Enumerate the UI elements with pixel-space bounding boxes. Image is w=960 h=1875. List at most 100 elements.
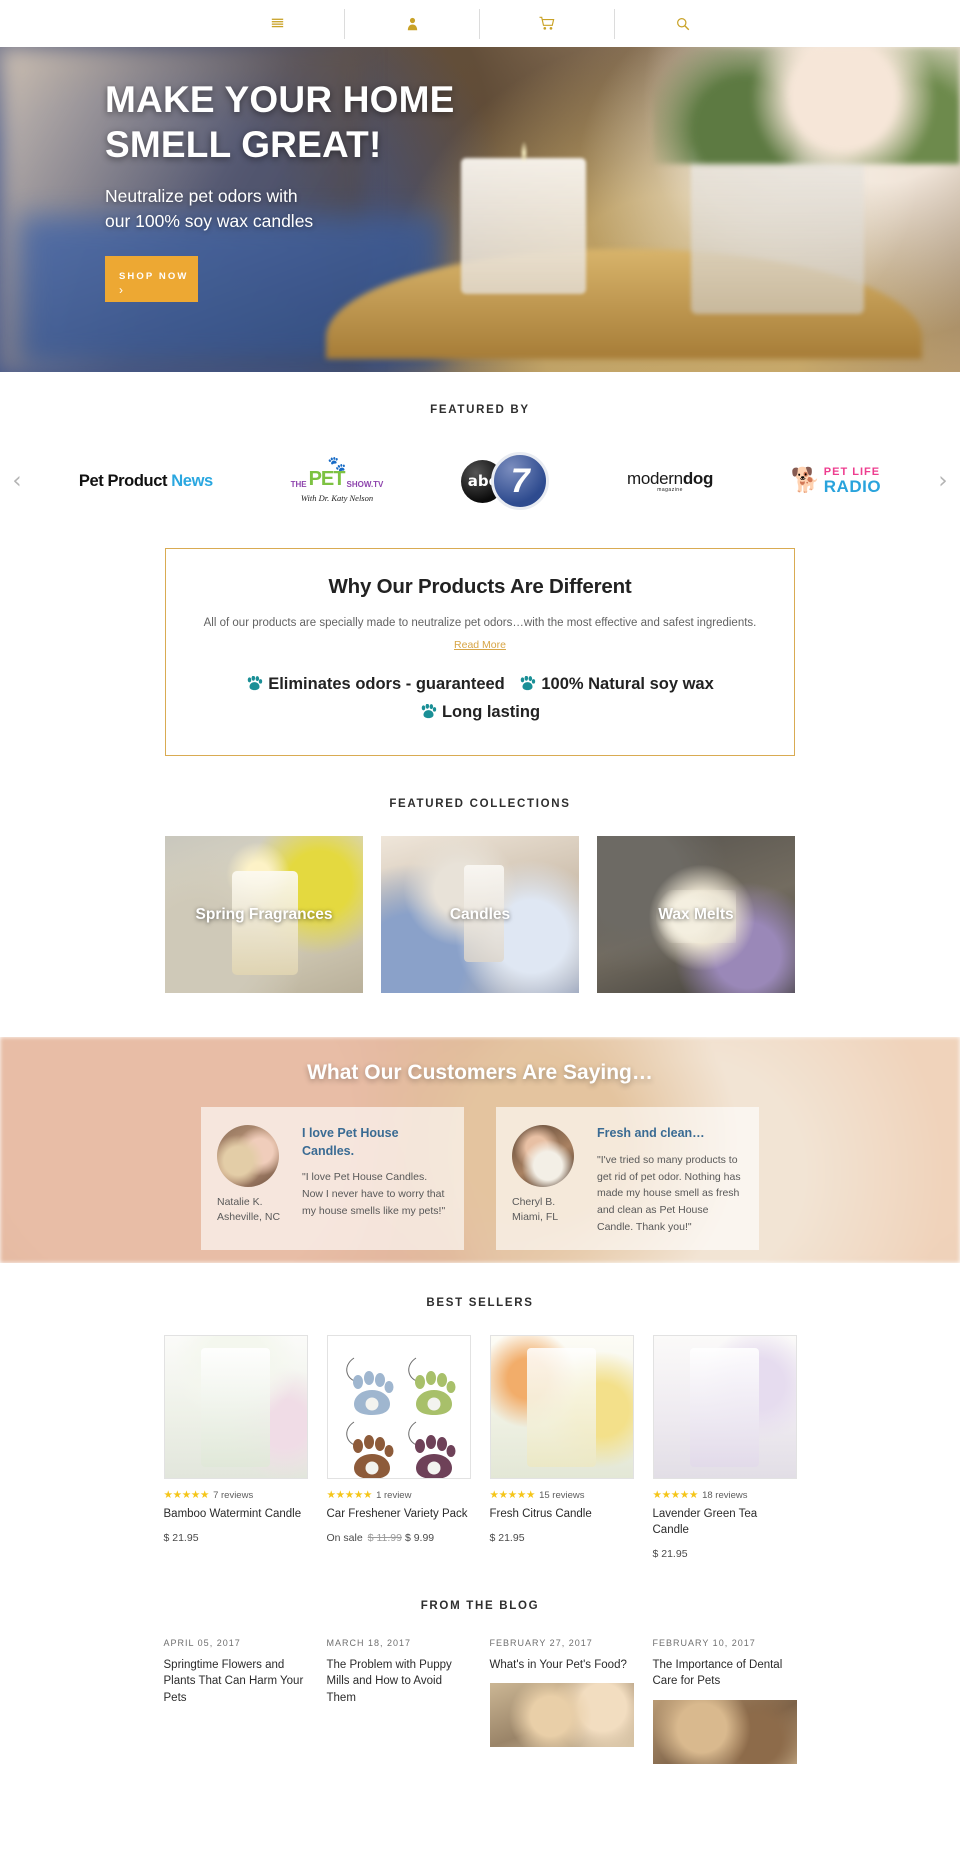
petlife-line2: RADIO — [823, 477, 882, 496]
review-count: 7 reviews — [213, 1489, 254, 1501]
featured-collections-heading: FEATURED COLLECTIONS — [389, 798, 571, 811]
product-price: $ 21.95 — [490, 1532, 634, 1544]
top-navigation-bar — [0, 0, 960, 47]
product-card[interactable]: ★★★★★ 1 review Car Freshener Variety Pac… — [326, 1335, 471, 1560]
carousel-next-arrow-icon[interactable]: › — [926, 468, 960, 494]
why-different-bullets: Eliminates odors - guaranteed 100% Natur… — [196, 672, 764, 727]
old-price: $ 11.99 — [367, 1532, 402, 1545]
bullet-row-2: Long lasting — [196, 700, 764, 728]
blog-post-date: MARCH 18, 2017 — [326, 1638, 412, 1649]
why-different-text: All of our products are specially made t… — [203, 617, 757, 629]
star-rating-icon: ★★★★★ — [489, 1489, 536, 1502]
product-card[interactable]: ★★★★★ 18 reviews Lavender Green Tea Cand… — [652, 1335, 797, 1560]
author-name: Cheryl B. — [512, 1196, 556, 1209]
petshow-the: THE — [290, 480, 307, 489]
blog-post-image[interactable] — [652, 1699, 797, 1764]
petshow-pet: PET — [308, 468, 346, 490]
product-image[interactable] — [489, 1335, 634, 1480]
hero-subtitle-line-1: Neutralize pet odors with — [105, 186, 298, 207]
product-image[interactable] — [326, 1335, 471, 1480]
dog-silhouette-icon: 🐕 — [790, 467, 821, 494]
product-image[interactable] — [163, 1335, 308, 1480]
avatar — [217, 1125, 279, 1188]
testimonial-author-name: Cheryl B. Miami, FL — [512, 1195, 584, 1225]
read-more-link[interactable]: Read More — [454, 639, 506, 651]
product-price: $ 21.95 — [164, 1532, 308, 1544]
menu-icon — [271, 17, 284, 30]
blog-post-image[interactable] — [489, 1683, 634, 1748]
top-nav-items — [210, 8, 750, 39]
press-logos: Pet Product News 🐾 THE PET SHOW.TV With … — [34, 451, 926, 511]
chevron-right-icon: › — [119, 282, 123, 297]
blog-section: FROM THE BLOG APRIL 05, 2017 Springtime … — [0, 1560, 960, 1764]
blog-post-title[interactable]: Springtime Flowers and Plants That Can H… — [164, 1657, 308, 1706]
price-value: $ 21.95 — [163, 1532, 199, 1545]
product-rating: ★★★★★ 7 reviews — [164, 1489, 308, 1501]
logo-moderndog-magazine[interactable]: moderndog magazine — [627, 451, 713, 511]
paw-print-icon — [246, 674, 263, 700]
blog-post-card[interactable]: APRIL 05, 2017 Springtime Flowers and Pl… — [164, 1638, 308, 1764]
collection-label: Candles — [449, 905, 511, 923]
product-title[interactable]: Car Freshener Variety Pack — [327, 1507, 471, 1523]
search-button[interactable] — [615, 9, 750, 39]
logo-pet-product-news[interactable]: Pet Product News — [79, 451, 213, 511]
author-location: Asheville, NC — [217, 1211, 281, 1224]
cart-button[interactable] — [480, 8, 615, 39]
hero-content: MAKE YOUR HOME SMELL GREAT! Neutralize p… — [105, 77, 455, 302]
collection-card-wax-melts[interactable]: Wax Melts — [597, 836, 795, 994]
logo-pet-life-radio[interactable]: 🐕 PET LIFE RADIO — [791, 451, 881, 511]
testimonials-section: What Our Customers Are Saying… Natalie K… — [0, 1037, 960, 1264]
press-logo-carousel: ‹ Pet Product News 🐾 THE PET SHOW.TV Wit… — [0, 444, 960, 518]
best-sellers-section: BEST SELLERS ★★★★★ 7 reviews Bamboo Wate… — [0, 1263, 960, 1560]
bullet-2-label: 100% Natural soy wax — [541, 675, 714, 694]
testimonial-author-name: Natalie K. Asheville, NC — [217, 1195, 289, 1225]
testimonial-card: Cheryl B. Miami, FL Fresh and clean… "I'… — [496, 1107, 759, 1250]
author-name: Natalie K. — [217, 1196, 263, 1209]
carousel-prev-arrow-icon[interactable]: ‹ — [0, 468, 34, 494]
bullet-1-label: Eliminates odors - guaranteed — [268, 675, 505, 694]
product-price: On sale $ 11.99 $ 9.99 — [327, 1532, 471, 1544]
paw-print-icon — [519, 674, 536, 700]
ppn-part2: News — [171, 471, 213, 490]
product-title[interactable]: Fresh Citrus Candle — [490, 1507, 634, 1523]
menu-button[interactable] — [210, 8, 345, 39]
review-count: 15 reviews — [539, 1489, 585, 1501]
blog-post-title[interactable]: The Problem with Puppy Mills and How to … — [327, 1657, 471, 1706]
why-different-title: Why Our Products Are Different — [328, 575, 632, 598]
logo-abc-7[interactable]: abc 7 — [461, 451, 550, 511]
blog-post-card[interactable]: FEBRUARY 27, 2017 What's in Your Pet's F… — [489, 1638, 634, 1764]
product-grid: ★★★★★ 7 reviews Bamboo Watermint Candle … — [0, 1335, 960, 1560]
blog-heading: FROM THE BLOG — [420, 1600, 540, 1613]
search-icon — [676, 17, 690, 31]
shop-now-button[interactable]: SHOP NOW › — [105, 255, 198, 302]
collection-label: Spring Fragrances — [195, 905, 333, 923]
product-card[interactable]: ★★★★★ 15 reviews Fresh Citrus Candle $ 2… — [489, 1335, 634, 1560]
blog-post-title[interactable]: The Importance of Dental Care for Pets — [653, 1657, 797, 1690]
product-title[interactable]: Bamboo Watermint Candle — [164, 1507, 308, 1523]
product-image[interactable] — [652, 1335, 797, 1480]
product-title[interactable]: Lavender Green Tea Candle — [653, 1507, 797, 1539]
hero-banner: MAKE YOUR HOME SMELL GREAT! Neutralize p… — [0, 47, 960, 372]
blog-posts: APRIL 05, 2017 Springtime Flowers and Pl… — [0, 1638, 960, 1764]
collection-card-spring-fragrances[interactable]: Spring Fragrances — [165, 836, 363, 994]
blog-post-date: APRIL 05, 2017 — [163, 1638, 241, 1649]
shop-now-label: SHOP NOW — [119, 270, 189, 282]
hero-title: MAKE YOUR HOME SMELL GREAT! — [105, 77, 455, 167]
testimonial-author: Cheryl B. Miami, FL — [512, 1125, 584, 1235]
collection-card-candles[interactable]: Candles — [381, 836, 579, 994]
best-sellers-heading: BEST SELLERS — [426, 1297, 534, 1310]
account-button[interactable] — [345, 8, 480, 39]
product-card[interactable]: ★★★★★ 7 reviews Bamboo Watermint Candle … — [163, 1335, 308, 1560]
blog-post-card[interactable]: MARCH 18, 2017 The Problem with Puppy Mi… — [327, 1638, 471, 1764]
testimonial-title: I love Pet House Candles. — [302, 1126, 399, 1158]
blog-post-card[interactable]: FEBRUARY 10, 2017 The Importance of Dent… — [652, 1638, 797, 1764]
logo-the-pet-show-tv[interactable]: 🐾 THE PET SHOW.TV With Dr. Katy Nelson — [291, 451, 384, 511]
paw-print-icon — [420, 702, 437, 728]
blog-post-title[interactable]: What's in Your Pet's Food? — [490, 1657, 634, 1673]
review-count: 18 reviews — [702, 1489, 748, 1501]
testimonials-heading: What Our Customers Are Saying… — [307, 1061, 653, 1085]
review-count: 1 review — [376, 1489, 412, 1501]
testimonial-cards: Natalie K. Asheville, NC I love Pet Hous… — [0, 1107, 960, 1250]
channel-seven-mark: 7 — [491, 452, 550, 510]
featured-collections-section: FEATURED COLLECTIONS Spring Fragrances C… — [0, 756, 960, 994]
